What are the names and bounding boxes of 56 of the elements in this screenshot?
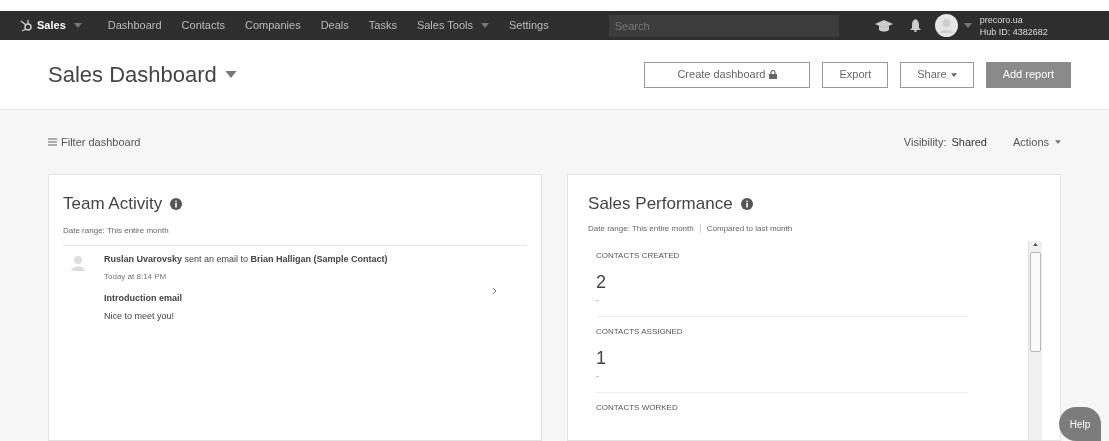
visibility-toggle[interactable]: Shared (951, 133, 987, 151)
caret-icon (480, 23, 489, 28)
actions-menu[interactable]: Actions (1012, 133, 1061, 151)
sprocket-logo-icon (20, 19, 33, 32)
filter-lines-icon (48, 138, 57, 146)
filter-button[interactable]: Filter dashboard (48, 133, 141, 151)
nav-item[interactable]: Settings (508, 17, 549, 34)
brand-menu[interactable]: Sales (20, 17, 82, 34)
graduation-cap-icon[interactable] (874, 19, 893, 32)
avatar-icon[interactable] (934, 14, 958, 37)
caret-icon (224, 71, 237, 78)
email-body: Nice to meet you! (104, 309, 176, 323)
nav-item[interactable]: Contacts (181, 17, 225, 34)
toolbar-button[interactable]: Share (900, 61, 974, 88)
metric-label: CONTACTS WORKED (596, 401, 679, 414)
search-field[interactable]: Search (608, 14, 839, 37)
toolbar-button[interactable]: Export (822, 61, 889, 88)
date-range: Date range: This entire month (588, 222, 694, 235)
nav-item[interactable]: Dashboard (107, 17, 162, 34)
caret-icon (950, 72, 957, 77)
nav-item[interactable]: Deals (320, 17, 349, 34)
hub-id: Hub ID: 4382682 (979, 25, 1048, 38)
activity-time: Today at 8:14 PM (104, 271, 168, 283)
toolbar-button[interactable]: Create dashboard (644, 61, 811, 88)
comparison-period: Compared to last month (706, 222, 793, 235)
info-icon (170, 197, 183, 210)
email-subject: Introduction email (104, 292, 183, 305)
lock-icon (769, 70, 778, 79)
visibility-label: Visibility: (903, 134, 947, 150)
card-title: Team Activity (63, 193, 163, 215)
scrollbar-thumb[interactable] (1030, 251, 1041, 352)
nav-item[interactable]: Companies (245, 17, 301, 34)
scrollbar[interactable] (1028, 240, 1042, 440)
nav-item[interactable]: Sales Tools (416, 17, 489, 34)
caret-icon (1033, 242, 1038, 246)
contact-avatar-icon (71, 254, 85, 271)
info-icon (740, 197, 753, 210)
activity-headline: Ruslan Uvarovsky sent an email to Brian Halligan (Sample Contact) (104, 252, 389, 266)
metric-change: - (596, 369, 600, 382)
caret-icon (1055, 140, 1061, 144)
metric-change: - (596, 293, 600, 306)
chevron-right-icon[interactable] (492, 286, 498, 295)
account-name: precoro.ua (979, 13, 1024, 26)
metric-value: 2 (596, 271, 608, 292)
nav-item[interactable]: Tasks (368, 17, 397, 34)
dashboard-title[interactable]: Sales Dashboard (48, 58, 237, 91)
help-button[interactable]: Help (1059, 407, 1101, 441)
caret-icon (73, 23, 82, 28)
activity-entry[interactable]: Ruslan Uvarovsky sent an email to Brian Halligan (Sample Contact) Today at 8:14 PM Introduction email Nice to meet you! (63, 245, 528, 323)
metric-label: CONTACTS CREATED (596, 249, 681, 262)
metric-value: 1 (596, 347, 608, 368)
metric-label: CONTACTS ASSIGNED (596, 325, 684, 338)
date-range: Date range: This entire month (63, 224, 528, 246)
bell-icon[interactable] (909, 19, 921, 32)
card-title: Sales Performance (588, 193, 733, 215)
caret-icon (963, 23, 972, 28)
